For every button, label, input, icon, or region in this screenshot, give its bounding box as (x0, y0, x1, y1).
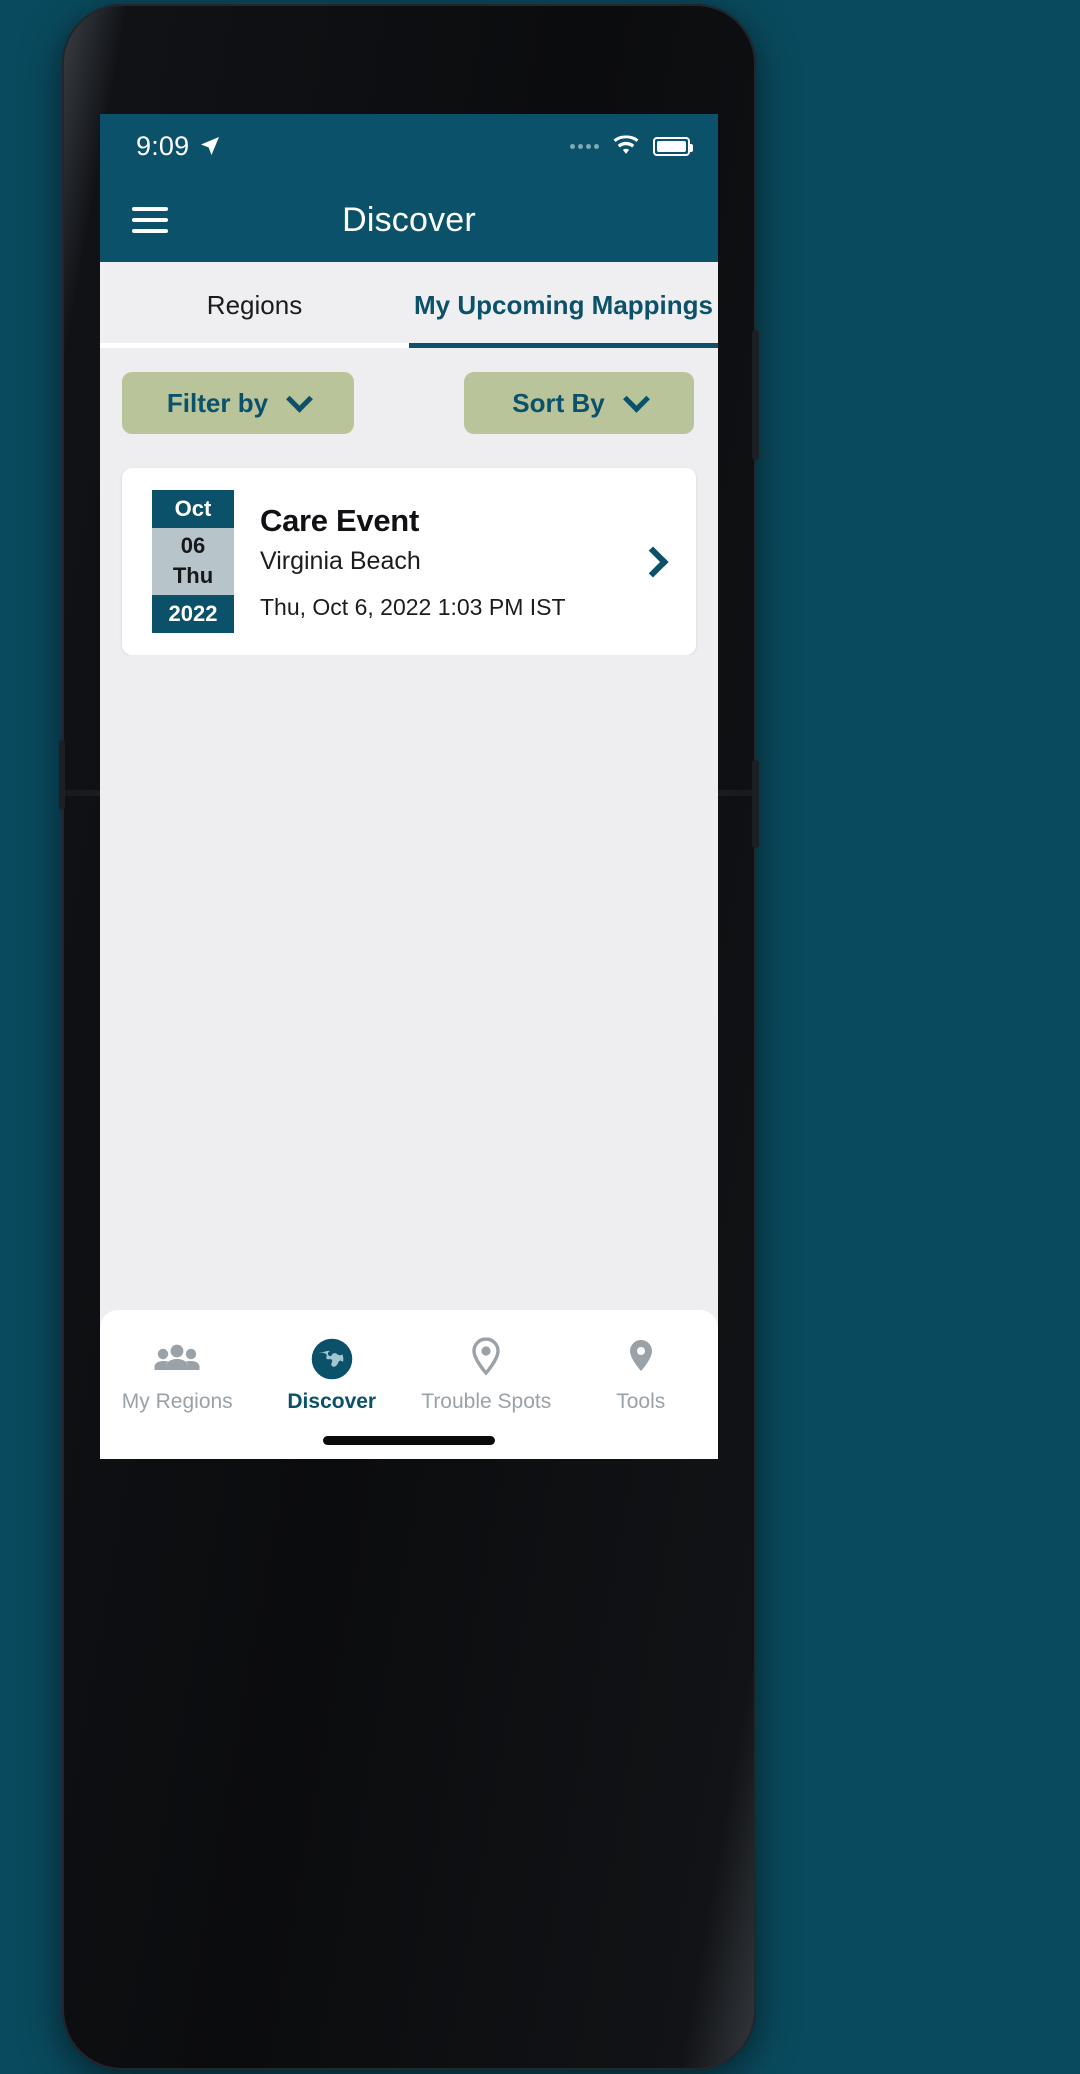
event-datetime: Thu, Oct 6, 2022 1:03 PM IST (260, 593, 566, 620)
tab-regions-label: Regions (206, 289, 303, 320)
people-group-icon (100, 1336, 255, 1382)
nav-item-trouble-spots[interactable]: Trouble Spots (409, 1336, 564, 1414)
wifi-icon (613, 135, 639, 154)
globe-icon (255, 1336, 410, 1382)
hamburger-menu-icon[interactable] (132, 207, 168, 233)
status-bar-right (570, 135, 693, 157)
home-indicator-bar[interactable] (323, 1436, 495, 1445)
date-badge: Oct 06 Thu 2022 (152, 490, 234, 633)
event-card[interactable]: Oct 06 Thu 2022 Care Event Virginia Beac… (122, 468, 696, 655)
date-badge-day: 06 (180, 533, 206, 558)
event-card-body: Care Event Virginia Beach Thu, Oct 6, 20… (234, 503, 642, 621)
date-badge-year: 2022 (152, 595, 234, 633)
filter-by-button[interactable]: Filter by (122, 372, 354, 434)
nav-item-tools[interactable]: Tools (564, 1336, 719, 1414)
nav-item-trouble-spots-label: Trouble Spots (421, 1390, 552, 1413)
filter-sort-row: Filter by Sort By (100, 348, 718, 434)
content-empty-area (100, 655, 718, 1310)
nav-item-my-regions[interactable]: My Regions (100, 1336, 255, 1414)
chevron-down-icon (622, 385, 650, 413)
map-pin-icon (564, 1336, 719, 1382)
nav-item-discover[interactable]: Discover (255, 1336, 410, 1414)
volume-button[interactable] (752, 330, 759, 460)
date-badge-month: Oct (152, 490, 234, 528)
date-badge-weekday: Thu (172, 563, 214, 588)
event-location: Virginia Beach (260, 546, 421, 575)
status-bar: 9:09 (100, 114, 718, 178)
tab-regions[interactable]: Regions (100, 262, 409, 348)
chevron-down-icon (286, 385, 313, 413)
nav-item-my-regions-label: My Regions (121, 1390, 233, 1413)
status-bar-left: 9:09 (136, 131, 222, 162)
event-title: Care Event (260, 502, 419, 538)
phone-screen: 9:09 Discover Regions My Upcoming Mappin… (100, 114, 718, 1459)
tab-bar: Regions My Upcoming Mappings (100, 262, 718, 348)
signal-dots-icon (570, 143, 599, 149)
battery-full-icon (653, 136, 693, 156)
screenshot-stage: 9:09 Discover Regions My Upcoming Mappin… (0, 0, 1080, 2074)
event-list: Oct 06 Thu 2022 Care Event Virginia Beac… (100, 434, 718, 655)
side-button-left[interactable] (59, 740, 65, 810)
filter-by-label: Filter by (166, 387, 269, 418)
chevron-right-icon[interactable] (637, 545, 669, 578)
map-pin-icon (409, 1336, 564, 1382)
tab-my-upcoming-mappings[interactable]: My Upcoming Mappings (409, 262, 718, 348)
status-time: 9:09 (136, 130, 190, 161)
sort-by-button[interactable]: Sort By (464, 372, 694, 434)
app-bar: Discover (100, 178, 718, 262)
power-button[interactable] (752, 760, 759, 848)
bottom-navigation-bar: My Regions Discover Trouble Spots Tools (100, 1310, 718, 1459)
page-title: Discover (342, 200, 476, 239)
nav-item-discover-label: Discover (287, 1390, 377, 1413)
tab-my-upcoming-mappings-label: My Upcoming Mappings (414, 289, 713, 320)
nav-item-tools-label: Tools (616, 1390, 666, 1413)
tab-my-upcoming-mappings-underline (409, 343, 718, 348)
date-badge-middle: 06 Thu (152, 528, 234, 595)
location-arrow-icon (201, 137, 220, 155)
sort-by-label: Sort By (512, 387, 605, 418)
tab-regions-underline (100, 343, 409, 348)
